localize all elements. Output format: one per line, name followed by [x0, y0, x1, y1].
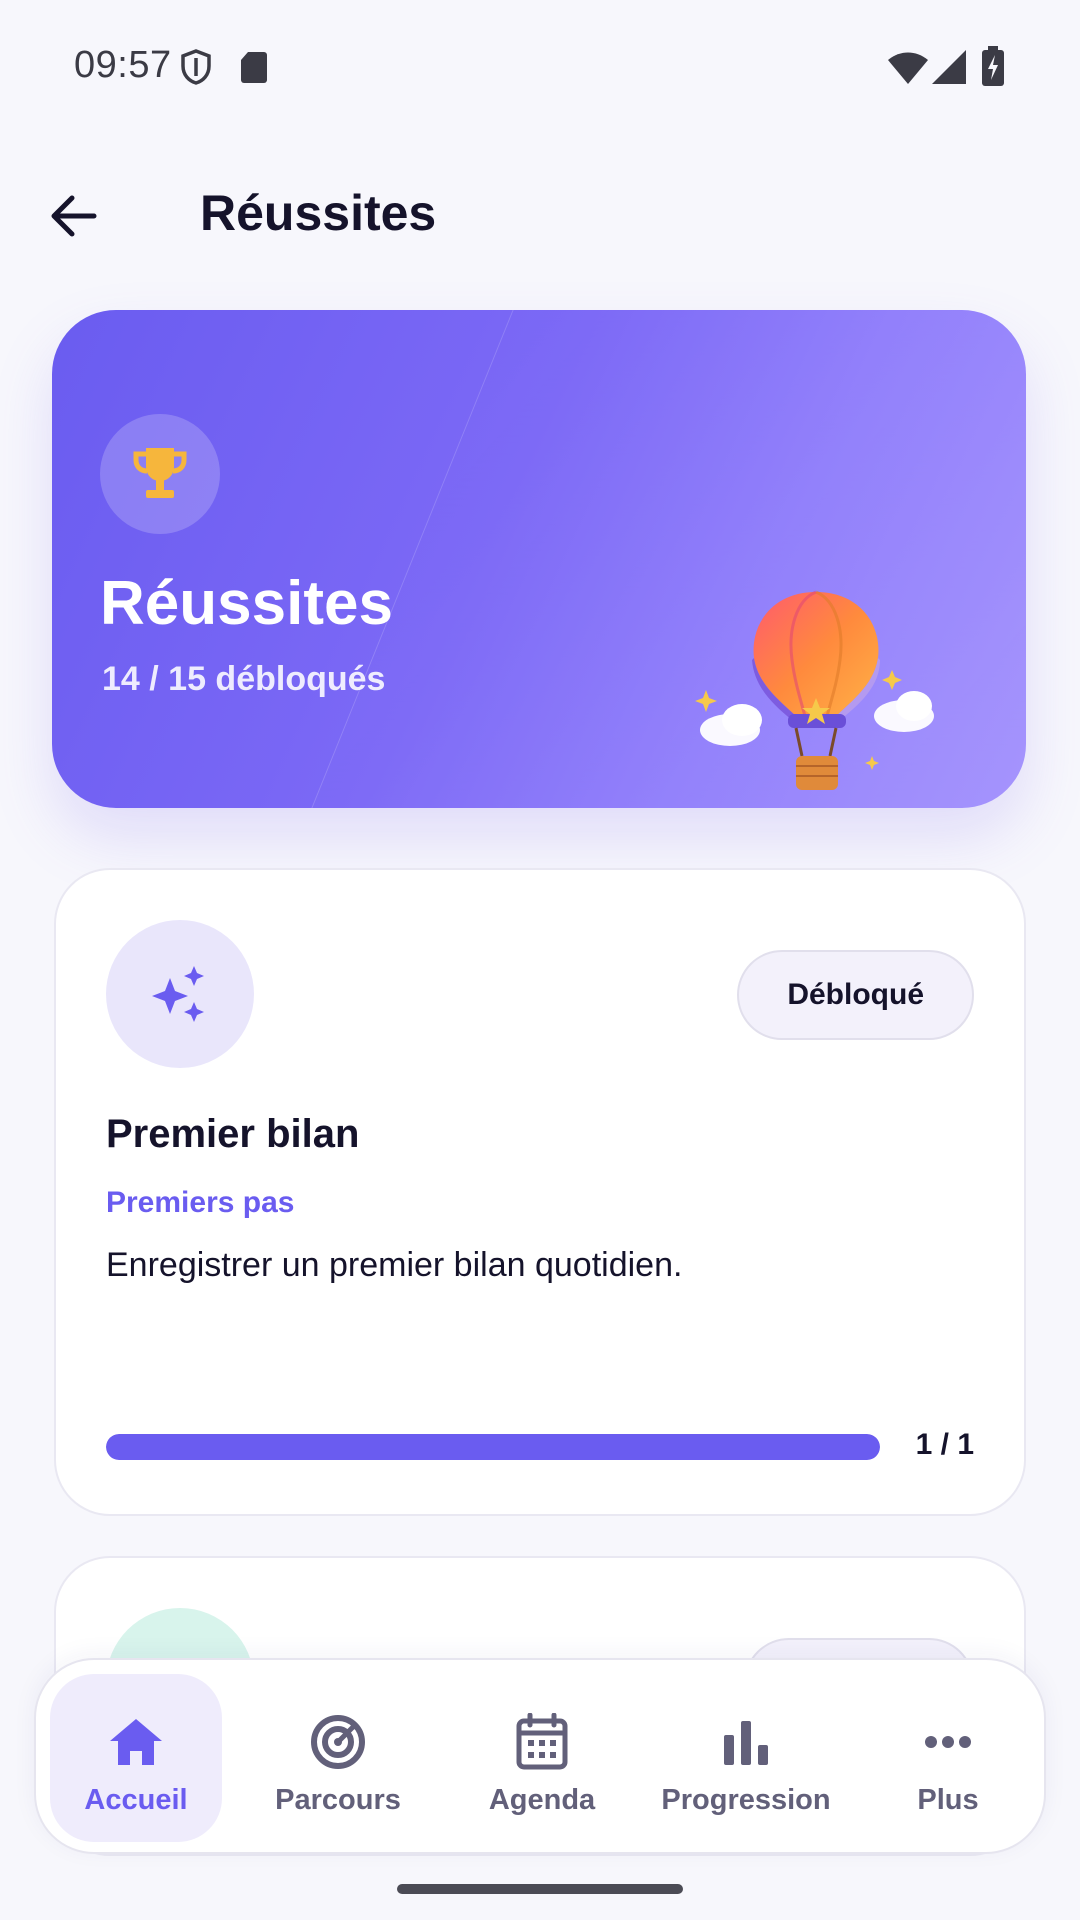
status-bar: 09:57: [0, 0, 1080, 135]
shield-icon: [181, 49, 211, 85]
status-time: 09:57: [74, 44, 172, 86]
wifi-icon: [888, 52, 928, 84]
page-title: Réussites: [200, 185, 437, 241]
nav-item-parcours[interactable]: Parcours: [252, 1674, 424, 1842]
bottom-navigation: Accueil Parcours Agenda Progression Plus: [34, 1658, 1046, 1854]
nav-item-accueil[interactable]: Accueil: [50, 1674, 222, 1842]
achievement-title: Premier bilan: [106, 1112, 360, 1156]
achievement-icon-badge: [106, 920, 254, 1068]
battery-charging-icon: [982, 46, 1004, 86]
nav-label: Agenda: [488, 1784, 596, 1816]
achievement-category: Premiers pas: [106, 1186, 295, 1219]
nav-label: Progression: [661, 1784, 831, 1816]
achievement-description: Enregistrer un premier bilan quotidien.: [106, 1246, 683, 1284]
nav-item-plus[interactable]: Plus: [862, 1674, 1034, 1842]
trophy-icon: [133, 448, 187, 498]
sd-card-icon: [241, 52, 267, 83]
signal-icon: [932, 50, 966, 84]
nav-item-progression[interactable]: Progression: [660, 1674, 832, 1842]
hero-card: Réussites 14 / 15 débloqués: [52, 310, 1026, 808]
nav-label: Parcours: [275, 1784, 401, 1816]
bar-chart-icon: [724, 1721, 768, 1765]
progress-count: 1 / 1: [915, 1428, 974, 1461]
target-icon: [311, 1715, 365, 1769]
hero-subtitle: 14 / 15 débloqués: [102, 660, 386, 698]
status-badge: Débloqué: [737, 950, 974, 1040]
achievement-progress-bar: [106, 1434, 880, 1460]
nav-label: Plus: [917, 1784, 979, 1816]
back-button[interactable]: [36, 178, 112, 254]
home-indicator: [397, 1884, 683, 1894]
progress-fill: [106, 1434, 880, 1460]
calendar-icon: [516, 1713, 568, 1770]
hot-air-balloon-illustration: [695, 590, 934, 790]
nav-item-agenda[interactable]: Agenda: [456, 1674, 628, 1842]
nav-label: Accueil: [84, 1784, 188, 1816]
more-icon: [925, 1736, 971, 1748]
arrow-back-icon: [51, 195, 97, 237]
trophy-badge: [100, 414, 220, 534]
hero-title: Réussites: [100, 569, 393, 638]
app-bar: Réussites: [0, 160, 1080, 264]
sparkles-icon: [152, 966, 204, 1022]
achievement-card[interactable]: Débloqué Premier bilan Premiers pas Enre…: [54, 868, 1026, 1516]
home-icon: [110, 1719, 162, 1765]
